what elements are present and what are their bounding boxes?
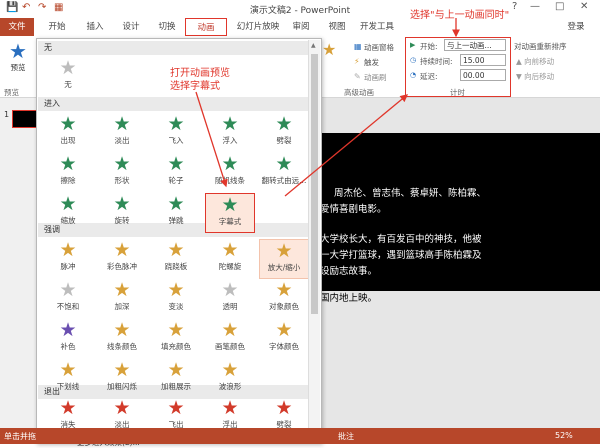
status-text: 单击并拖 xyxy=(4,432,36,441)
status-bar: 单击并拖 批注 52% xyxy=(0,428,600,444)
arrow-to-credits xyxy=(195,91,228,188)
comments-button[interactable]: 批注 xyxy=(338,431,354,442)
annotation-arrows xyxy=(195,18,460,197)
zoom-level[interactable]: 52% xyxy=(555,431,573,440)
arrow-to-timing xyxy=(284,94,409,197)
